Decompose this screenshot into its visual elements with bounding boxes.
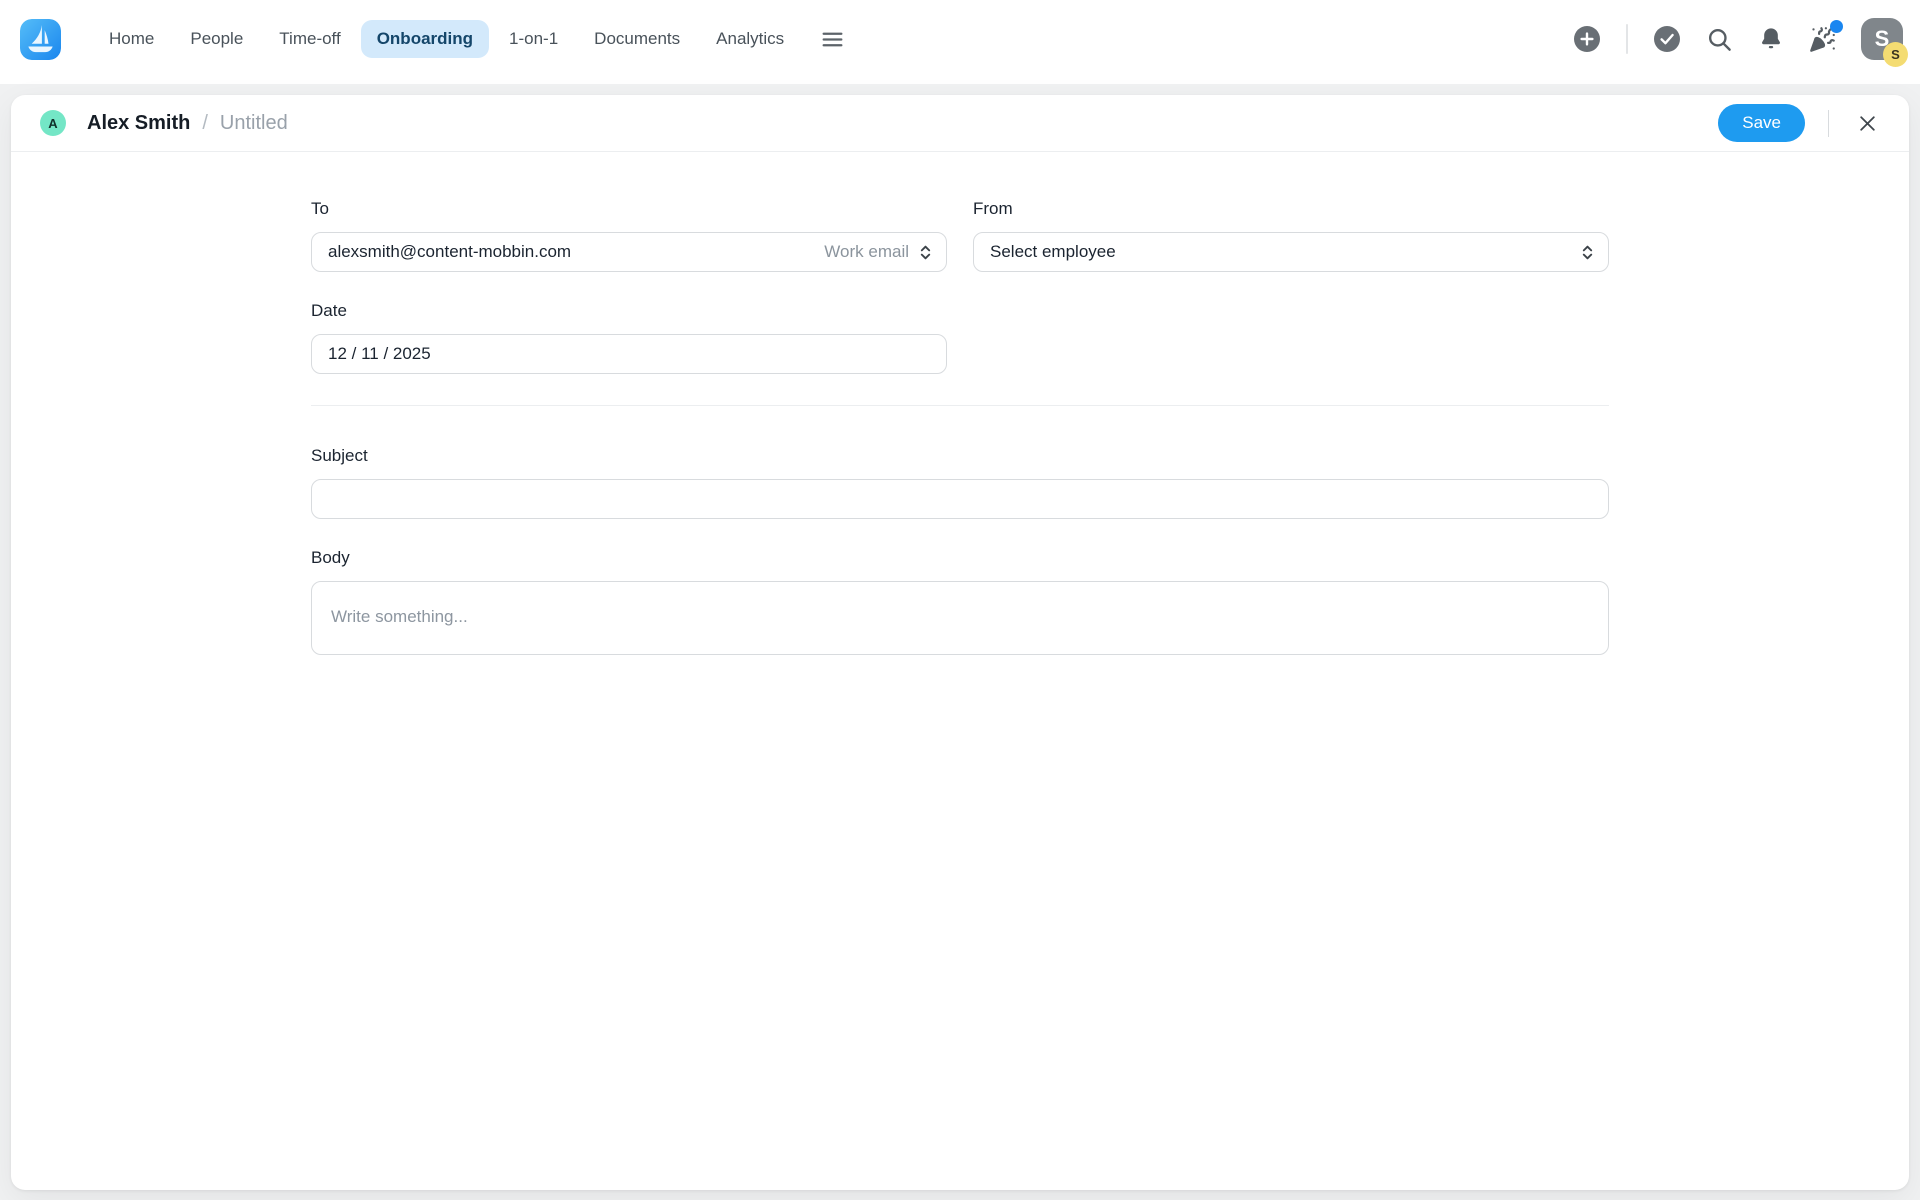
whats-new-party-popper-icon[interactable] — [1809, 26, 1836, 53]
close-icon[interactable] — [1852, 108, 1883, 139]
top-navigation-bar: Home People Time-off Onboarding 1-on-1 D… — [0, 0, 1920, 84]
nav-item-home[interactable]: Home — [93, 20, 170, 58]
main-nav: Home People Time-off Onboarding 1-on-1 D… — [93, 20, 851, 58]
from-select-value: Select employee — [990, 242, 1580, 262]
from-select-chevron-icon — [1580, 244, 1595, 261]
grid-spacer — [973, 301, 1609, 374]
from-select[interactable]: Select employee — [973, 232, 1609, 272]
sailboat-logo-icon[interactable] — [20, 19, 61, 60]
nav-item-people[interactable]: People — [174, 20, 259, 58]
message-section: Subject Body — [311, 406, 1609, 660]
user-avatar[interactable]: S S — [1861, 18, 1903, 60]
body-textarea[interactable] — [311, 581, 1609, 655]
date-label: Date — [311, 301, 947, 321]
subject-label: Subject — [311, 446, 1609, 466]
from-label: From — [973, 199, 1609, 219]
recipient-section: To Work email From S — [311, 152, 1609, 406]
nav-item-analytics[interactable]: Analytics — [700, 20, 800, 58]
employee-avatar: A — [40, 110, 66, 136]
topbar-actions: S S — [1573, 18, 1903, 60]
notifications-bell-icon[interactable] — [1758, 26, 1784, 52]
search-icon[interactable] — [1706, 26, 1733, 53]
avatar-status-badge: S — [1883, 42, 1908, 67]
sheet-header-actions: Save — [1718, 104, 1883, 142]
tasks-check-icon[interactable] — [1653, 25, 1681, 53]
subject-input[interactable] — [311, 479, 1609, 519]
sheet-header: A Alex Smith / Untitled Save — [11, 95, 1909, 152]
breadcrumb-employee-name: Alex Smith — [87, 112, 190, 135]
header-divider — [1828, 110, 1829, 137]
save-button[interactable]: Save — [1718, 104, 1805, 142]
breadcrumb-separator: / — [202, 112, 208, 135]
body-label: Body — [311, 548, 1609, 568]
to-label: To — [311, 199, 947, 219]
more-menu-icon[interactable] — [814, 21, 851, 58]
from-field-group: From Select employee — [973, 199, 1609, 272]
to-field: Work email — [311, 232, 947, 272]
add-icon[interactable] — [1573, 25, 1601, 53]
to-input[interactable] — [328, 242, 824, 262]
nav-item-1-on-1[interactable]: 1-on-1 — [493, 20, 574, 58]
breadcrumb-document-title: Untitled — [220, 112, 288, 135]
email-type-selector-chevron-icon[interactable] — [918, 244, 933, 261]
date-field-group: Date — [311, 301, 947, 374]
to-field-group: To Work email — [311, 199, 947, 272]
topbar-divider — [1626, 24, 1628, 54]
nav-item-time-off[interactable]: Time-off — [263, 20, 356, 58]
nav-item-onboarding[interactable]: Onboarding — [361, 20, 489, 58]
nav-item-documents[interactable]: Documents — [578, 20, 696, 58]
email-form: To Work email From S — [311, 152, 1609, 660]
email-editor-sheet: A Alex Smith / Untitled Save To Work — [11, 95, 1909, 1190]
email-type-label: Work email — [824, 242, 909, 262]
date-input[interactable] — [328, 344, 933, 364]
notification-dot — [1830, 20, 1843, 33]
date-field — [311, 334, 947, 374]
